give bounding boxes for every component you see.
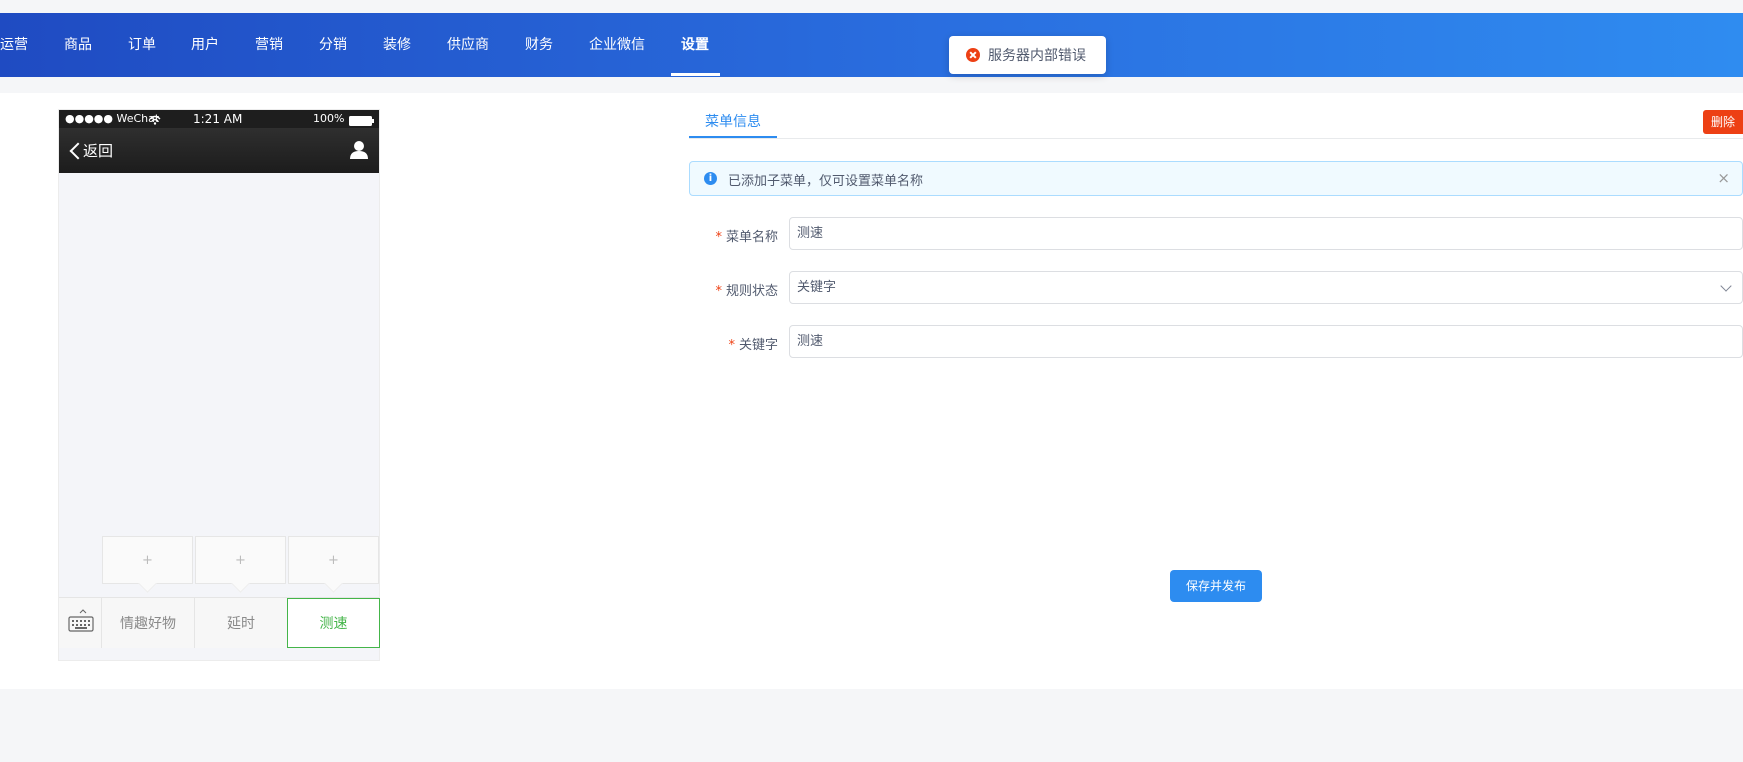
menu-button-1[interactable]: 情趣好物 <box>101 598 194 648</box>
tab-bar: 菜单信息 <box>689 112 1743 139</box>
rule-status-label: * 规则状态 <box>715 284 778 299</box>
back-label[interactable]: 返回 <box>83 140 113 161</box>
menu-name-label: * 菜单名称 <box>715 230 778 245</box>
nav-item-marketing[interactable]: 营销 <box>255 13 283 77</box>
status-time: 1:21 AM <box>193 112 243 126</box>
nav-item-orders[interactable]: 订单 <box>128 13 156 77</box>
error-toast: 服务器内部错误 <box>949 36 1106 74</box>
add-glyph: + <box>235 552 246 568</box>
close-icon[interactable]: × <box>1717 169 1730 187</box>
nav-item-users[interactable]: 用户 <box>191 13 219 77</box>
alert-text: 已添加子菜单，仅可设置菜单名称 <box>728 174 924 189</box>
nav-item-distribution[interactable]: 分销 <box>319 13 347 77</box>
top-nav: 运营 商品 订单 用户 营销 分销 装修 供应商 财务 企业微信 设置 <box>0 13 1743 77</box>
nav-item-wecom[interactable]: 企业微信 <box>589 13 645 77</box>
add-submenu-button-2[interactable]: + <box>195 536 286 584</box>
keyword-input[interactable]: 测速 <box>789 325 1743 358</box>
menu-bar: 情趣好物 延时 测速 <box>59 597 380 648</box>
info-icon: i <box>704 172 717 185</box>
rule-status-select[interactable]: 关键字 <box>789 271 1743 304</box>
menu-button-2[interactable]: 延时 <box>194 598 287 648</box>
add-glyph: + <box>328 552 339 568</box>
carrier-label: ●●●●● WeChat <box>65 112 160 125</box>
error-circle-icon <box>966 48 980 62</box>
menu-name-input[interactable]: 测速 <box>789 217 1743 250</box>
nav-item-operations[interactable]: 运营 <box>0 13 28 77</box>
nav-item-decoration[interactable]: 装修 <box>383 13 411 77</box>
add-submenu-button-1[interactable]: + <box>102 536 193 584</box>
phone-header: 返回 <box>59 128 379 173</box>
chevron-down-icon <box>1720 280 1732 292</box>
rule-status-value: 关键字 <box>797 280 837 295</box>
user-icon[interactable] <box>350 140 368 160</box>
add-glyph: + <box>142 552 153 568</box>
nav-item-products[interactable]: 商品 <box>64 13 92 77</box>
nav-item-settings[interactable]: 设置 <box>681 13 709 77</box>
nav-item-finance[interactable]: 财务 <box>525 13 553 77</box>
nav-item-suppliers[interactable]: 供应商 <box>447 13 489 77</box>
tab-menu-info[interactable]: 菜单信息 <box>689 112 777 138</box>
phone-preview: ●●●●● WeChat 1:21 AM 100% 返回 + + + 情趣好物 … <box>58 109 380 661</box>
keyword-label: * 关键字 <box>728 338 778 353</box>
battery-percent: 100% <box>313 112 345 125</box>
required-mark: * <box>715 230 722 245</box>
add-submenu-button-3[interactable]: + <box>288 536 379 584</box>
save-publish-button[interactable]: 保存并发布 <box>1170 570 1262 602</box>
required-mark: * <box>728 338 735 353</box>
required-mark: * <box>715 284 722 299</box>
phone-status-bar: ●●●●● WeChat 1:21 AM 100% <box>59 110 379 128</box>
menu-button-3-active[interactable]: 测速 <box>287 598 380 648</box>
info-alert: i 已添加子菜单，仅可设置菜单名称 × <box>689 161 1743 196</box>
keyboard-icon[interactable] <box>59 598 101 648</box>
delete-button[interactable]: 删除 <box>1703 110 1743 134</box>
nav-active-indicator <box>671 73 720 76</box>
main-panel: ●●●●● WeChat 1:21 AM 100% 返回 + + + 情趣好物 … <box>0 93 1743 689</box>
toast-message: 服务器内部错误 <box>988 48 1086 64</box>
